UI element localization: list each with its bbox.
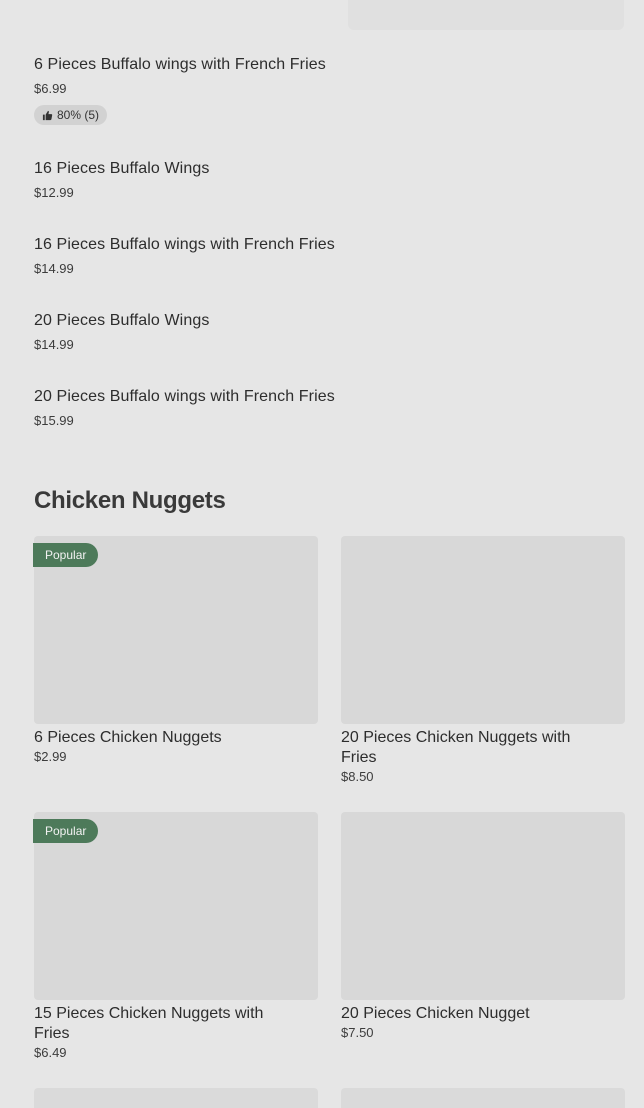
menu-item[interactable]: 16 Pieces Buffalo Wings $12.99 (34, 159, 209, 201)
menu-item-title: 16 Pieces Buffalo Wings (34, 160, 210, 177)
menu-item-title: 20 Pieces Buffalo Wings (34, 312, 210, 329)
menu-card-name: 15 Pieces Chicken Nuggets with Fries (34, 1005, 264, 1042)
menu-card[interactable]: 20 Pieces Chicken Nuggets with Fries $8.… (341, 536, 625, 785)
section-title: Chicken Nuggets (34, 487, 226, 514)
menu-card-image: Popular (33, 536, 318, 724)
rating-badge: 80% (5) (34, 105, 108, 125)
rating-text: 80% (5) (57, 108, 100, 122)
menu-card[interactable]: Popular 6 Pieces Chicken Nuggets $2.99 (33, 536, 318, 765)
menu-item-price: $14.99 (34, 261, 74, 276)
menu-card-image (341, 536, 625, 724)
popular-badge: Popular (33, 543, 99, 567)
menu-card-price: $8.50 (341, 769, 374, 784)
menu-item-price: $12.99 (34, 185, 74, 200)
menu-item-title: 6 Pieces Buffalo wings with French Fries (34, 56, 326, 73)
menu-item-price: $6.99 (34, 81, 67, 96)
menu-item-price: $14.99 (34, 337, 74, 352)
popular-badge: Popular (33, 819, 99, 843)
menu-item-image-partial[interactable] (348, 0, 624, 30)
menu-card[interactable]: Popular 15 Pieces Chicken Nuggets with F… (33, 812, 318, 1061)
menu-card-image-partial[interactable] (341, 1088, 625, 1108)
menu-item[interactable]: 6 Pieces Buffalo wings with French Fries… (34, 55, 326, 126)
menu-card-price: $7.50 (341, 1025, 374, 1040)
menu-card-name: 20 Pieces Chicken Nuggets with Fries (341, 729, 571, 766)
menu-card-name: 20 Pieces Chicken Nugget (341, 1005, 530, 1022)
menu-card-image-partial[interactable] (34, 1088, 318, 1108)
menu-card-image: Popular (33, 812, 318, 1000)
menu-card-image (341, 812, 625, 1000)
menu-card-name: 6 Pieces Chicken Nuggets (34, 729, 222, 746)
menu-item[interactable]: 20 Pieces Buffalo Wings $14.99 (34, 311, 209, 353)
menu-item[interactable]: 20 Pieces Buffalo wings with French Frie… (34, 387, 335, 429)
menu-item-title: 20 Pieces Buffalo wings with French Frie… (34, 388, 335, 405)
menu-card-price: $6.49 (34, 1045, 67, 1060)
menu-item-price: $15.99 (34, 413, 74, 428)
menu-card-price: $2.99 (34, 749, 67, 764)
thumbs-up-icon (42, 110, 53, 120)
menu-item[interactable]: 16 Pieces Buffalo wings with French Frie… (34, 235, 335, 277)
menu-card[interactable]: 20 Pieces Chicken Nugget $7.50 (341, 812, 625, 1041)
menu-item-title: 16 Pieces Buffalo wings with French Frie… (34, 236, 335, 253)
